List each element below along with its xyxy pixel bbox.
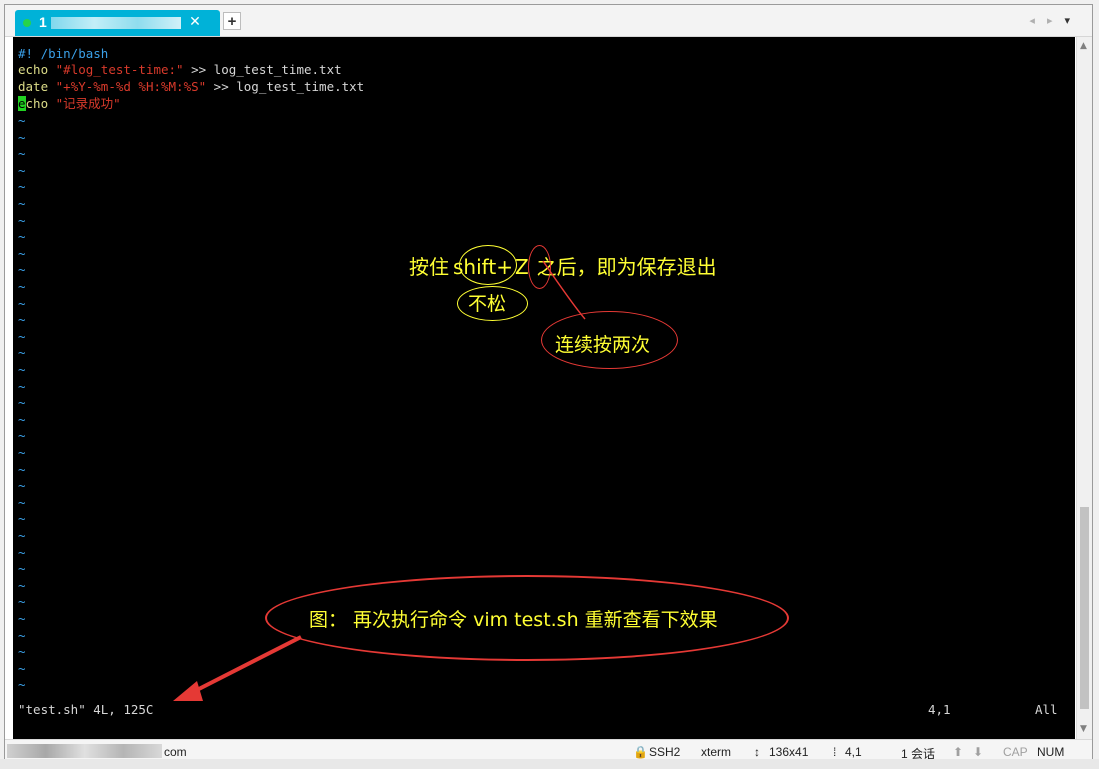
arrow-to-status-line	[190, 635, 302, 695]
terminal-size: 136x41	[769, 745, 809, 759]
lock-icon: 🔒	[633, 745, 648, 759]
vertical-scrollbar[interactable]: ▲ ▼	[1076, 37, 1092, 739]
terminal-screen[interactable]: #! /bin/bash echo "#log_test-time:" >> l…	[13, 37, 1075, 739]
arrowhead-icon	[173, 681, 203, 701]
scroll-up-icon[interactable]: ▲	[1080, 41, 1087, 51]
host-redacted	[7, 744, 162, 758]
terminal-type: xterm	[701, 745, 731, 759]
connector-z-to-twice	[542, 260, 586, 320]
new-tab-button[interactable]: +	[223, 12, 241, 30]
host-suffix: com	[164, 745, 187, 759]
chevron-right-icon[interactable]: ▸	[1047, 14, 1065, 27]
protocol-label: SSH2	[649, 745, 681, 759]
tab-session-1[interactable]: 1 ✕	[15, 10, 220, 36]
arrow-up-icon: ⬆	[953, 745, 964, 759]
resize-icon: ↕	[754, 745, 760, 759]
tab-title-redacted	[51, 17, 181, 29]
scroll-down-icon[interactable]: ▼	[1080, 724, 1087, 734]
chevron-left-icon[interactable]: ◂	[1029, 14, 1047, 27]
dropdown-icon[interactable]: ▾	[1064, 14, 1082, 27]
annotation-arrows	[173, 260, 586, 701]
cursor-position: 4,1	[845, 745, 862, 759]
background-strip	[0, 759, 1099, 769]
caps-lock-indicator: CAP	[1003, 745, 1028, 759]
num-lock-indicator: NUM	[1037, 745, 1065, 759]
scroll-thumb[interactable]	[1080, 507, 1089, 709]
terminal-window: 1 ✕ + ◂▸▾ #! /bin/bash echo "#log_test-t…	[4, 4, 1093, 765]
tab-bar: 1 ✕ + ◂▸▾	[5, 5, 1092, 37]
tab-scroll-arrows[interactable]: ◂▸▾	[1029, 14, 1082, 27]
tab-label: 1	[39, 14, 47, 30]
cursor-position-icon: ⁞	[833, 745, 837, 759]
arrow-down-icon: ⬇	[973, 745, 984, 759]
connected-status-icon	[23, 19, 31, 27]
tab-close-icon[interactable]: ✕	[187, 13, 203, 31]
